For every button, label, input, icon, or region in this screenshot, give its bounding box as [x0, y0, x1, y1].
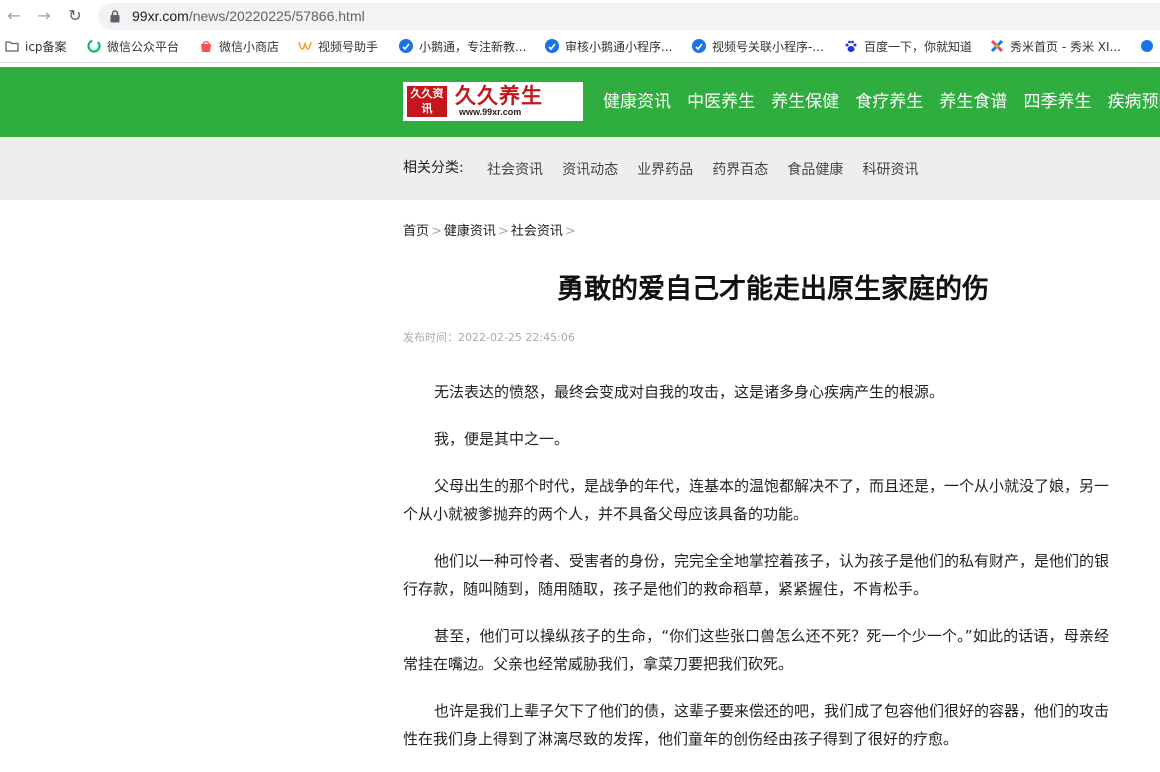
- bookmark-item[interactable]: icp备案: [5, 39, 67, 55]
- bookmark-item[interactable]: 秀米首页 - 秀米 XI...: [990, 39, 1121, 55]
- nav-item-tcm[interactable]: 中医养生: [687, 90, 755, 114]
- folder-icon: [5, 41, 19, 52]
- article-paragraph: 甚至，他们可以操纵孩子的生命，“你们这些张口兽怎么还不死？死一个少一个。”如此的…: [403, 627, 1109, 673]
- wechat-store-icon: [201, 40, 211, 52]
- breadcrumb-category[interactable]: 健康资讯: [444, 224, 496, 239]
- nav-item-recipes[interactable]: 养生食谱: [939, 90, 1007, 114]
- bookmark-item[interactable]: 视频号关联小程序-...: [692, 39, 824, 55]
- category-links: 社会资讯 资讯动态 业界药品 药界百态 食品健康 科研资讯: [487, 159, 932, 179]
- browser-toolbar: ← → ↻ 99xr.com/news/20220225/57866.html: [0, 0, 1160, 33]
- breadcrumb-separator: >: [564, 224, 576, 239]
- url-host: 99xr.com: [132, 8, 189, 24]
- forward-arrow-icon[interactable]: →: [34, 6, 54, 26]
- category-link[interactable]: 社会资讯: [487, 161, 543, 179]
- channels-icon: [298, 41, 312, 50]
- bookmark-label: icp备案: [25, 40, 67, 54]
- article-paragraph: 父母出生的那个时代，是战争的年代，连基本的温饱都解决不了，而且还是，一个从小就没…: [403, 477, 1110, 523]
- bookmark-item[interactable]: 审核小鹅通小程序...: [545, 39, 672, 55]
- breadcrumb-subcategory[interactable]: 社会资讯: [511, 224, 563, 239]
- bookmark-label: 审核小鹅通小程序...: [565, 40, 673, 54]
- wechat-mp-icon: [87, 39, 101, 53]
- bookmark-label: 微信小商店: [219, 40, 280, 54]
- xiaoe-icon: [399, 39, 413, 53]
- article-paragraph: 他们以一种可怜者、受害者的身份，完完全全地掌控着孩子，认为孩子是他们的私有财产，…: [403, 552, 1110, 598]
- article-body: 无法表达的愤怒，最终会变成对自我的攻击，这是诸多身心疾病产生的根源。 我，便是其…: [403, 378, 1109, 772]
- breadcrumb: 首页 > 健康资讯 > 社会资讯 >: [403, 223, 578, 241]
- article-title: 勇敢的爱自己才能走出原生家庭的伤: [557, 274, 989, 305]
- bookmark-item[interactable]: 百度一下，你就知道: [844, 39, 972, 55]
- bookmark-item[interactable]: 小鹅通，专注新教...: [399, 39, 526, 55]
- bookmark-label: 百度一下，你就知道: [864, 40, 973, 54]
- bookmark-label: 小鹅通，专注新教...: [419, 40, 527, 54]
- xiaoe-icon: [692, 39, 706, 53]
- logo-domain: www.99xr.com: [459, 107, 522, 117]
- bookmark-label: 视频号关联小程序-...: [712, 40, 824, 54]
- lock-icon: [110, 10, 120, 23]
- nav-item-diet-therapy[interactable]: 食疗养生: [855, 90, 923, 114]
- nav-item-health-news[interactable]: 健康资讯: [603, 90, 671, 114]
- nav-item-prevention[interactable]: 疾病预防: [1108, 90, 1160, 114]
- breadcrumb-separator: >: [431, 224, 442, 239]
- category-link[interactable]: 资讯动态: [562, 161, 618, 179]
- article-paragraph: 也许是我们上辈子欠下了他们的债，这辈子要来偿还的吧，我们成了包容他们很好的容器，…: [403, 702, 1110, 748]
- address-bar[interactable]: 99xr.com/news/20220225/57866.html: [98, 3, 1160, 30]
- category-link[interactable]: 食品健康: [787, 161, 843, 179]
- bookmark-overflow-icon[interactable]: [1140, 39, 1160, 55]
- url-text: 99xr.com/news/20220225/57866.html: [132, 7, 365, 26]
- bookmark-label: 微信公众平台: [107, 40, 180, 54]
- category-label: 相关分类:: [403, 160, 464, 176]
- publish-time: 发布时间：2022-02-25 22:45:06: [403, 331, 575, 344]
- site-logo[interactable]: 久久资讯 久久养生 www.99xr.com: [403, 82, 583, 121]
- logo-brand: 久久养生: [455, 83, 543, 108]
- article-paragraph: 我，便是其中之一。: [434, 430, 570, 448]
- back-arrow-icon[interactable]: ←: [4, 6, 24, 26]
- site-header: 久久资讯 久久养生 www.99xr.com 健康资讯 中医养生 养生保健 食疗…: [0, 67, 1160, 137]
- bookmark-label: 秀米首页 - 秀米 XI...: [1010, 40, 1121, 54]
- xiumi-icon: [990, 39, 1004, 53]
- bookmarks-bar: icp备案 微信公众平台 微信小商店 视频号助手 小鹅通，专注新教... 审核小…: [0, 33, 1160, 63]
- xiaoe-icon: [545, 39, 559, 53]
- category-link[interactable]: 科研资讯: [862, 161, 918, 179]
- bookmark-item[interactable]: 视频号助手: [298, 39, 378, 55]
- category-link[interactable]: 药界百态: [712, 161, 768, 179]
- logo-seal: 久久资讯: [407, 86, 447, 117]
- nav-item-health-care[interactable]: 养生保健: [771, 90, 839, 114]
- bookmark-label: 视频号助手: [318, 40, 379, 54]
- main-nav: 健康资讯 中医养生 养生保健 食疗养生 养生食谱 四季养生 疾病预防: [603, 90, 1160, 114]
- reload-icon[interactable]: ↻: [65, 6, 85, 26]
- bookmark-item[interactable]: 微信小商店: [199, 39, 279, 55]
- baidu-paw-icon: [845, 40, 857, 52]
- category-bar: 相关分类: 社会资讯 资讯动态 业界药品 药界百态 食品健康 科研资讯: [0, 137, 1160, 200]
- breadcrumb-separator: >: [497, 224, 509, 239]
- url-path: /news/20220225/57866.html: [188, 8, 365, 24]
- nav-item-seasonal[interactable]: 四季养生: [1023, 90, 1091, 114]
- breadcrumb-home[interactable]: 首页: [403, 224, 429, 239]
- article-paragraph: 无法表达的愤怒，最终会变成对自我的攻击，这是诸多身心疾病产生的根源。: [434, 383, 945, 401]
- category-link[interactable]: 业界药品: [637, 161, 693, 179]
- bookmark-item[interactable]: 微信公众平台: [87, 39, 179, 55]
